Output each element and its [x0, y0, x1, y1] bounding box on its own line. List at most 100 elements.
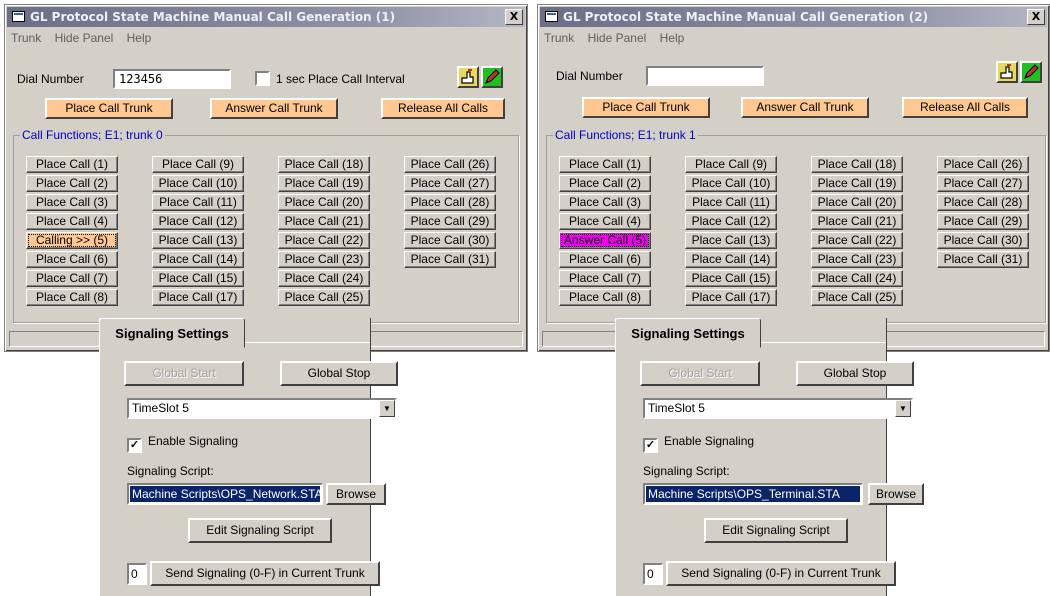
call-button-22[interactable]: Place Call (23)	[811, 251, 903, 268]
hand-pointer-button[interactable]	[457, 66, 479, 88]
edit-signaling-script-button[interactable]: Edit Signaling Script	[188, 518, 332, 543]
release-all-calls-button[interactable]: Release All Calls	[381, 98, 505, 119]
call-button-21[interactable]: Place Call (22)	[811, 232, 903, 249]
dropdown-arrow-icon[interactable]: ▼	[895, 400, 911, 417]
call-button-9[interactable]: Place Call (9)	[152, 156, 244, 173]
call-button-1[interactable]: Place Call (1)	[559, 156, 651, 173]
menu-hide-panel[interactable]: Hide Panel	[588, 31, 647, 45]
signaling-value-input[interactable]: 0	[127, 563, 147, 585]
call-button-14[interactable]: Place Call (14)	[152, 251, 244, 268]
call-button-3[interactable]: Place Call (3)	[559, 194, 651, 211]
call-button-29[interactable]: Place Call (30)	[404, 232, 496, 249]
call-button-25[interactable]: Place Call (26)	[937, 156, 1029, 173]
checkbox-box[interactable]	[255, 71, 270, 86]
answer-call-trunk-button[interactable]: Answer Call Trunk	[741, 97, 869, 118]
hand-pointer-button[interactable]	[996, 61, 1018, 83]
call-button-6[interactable]: Place Call (6)	[559, 251, 651, 268]
call-button-16[interactable]: Place Call (17)	[152, 289, 244, 306]
signaling-script-path[interactable]: Machine Scripts\OPS_Terminal.STA	[643, 483, 863, 505]
release-all-calls-button[interactable]: Release All Calls	[902, 97, 1028, 118]
call-button-26[interactable]: Place Call (27)	[937, 175, 1029, 192]
call-button-30[interactable]: Place Call (31)	[404, 251, 496, 268]
call-button-12[interactable]: Place Call (12)	[685, 213, 777, 230]
timeslot-select[interactable]: TimeSlot 5 ▼	[127, 398, 397, 419]
call-button-20[interactable]: Place Call (21)	[811, 213, 903, 230]
call-button-28[interactable]: Place Call (29)	[404, 213, 496, 230]
place-call-trunk-button[interactable]: Place Call Trunk	[45, 98, 173, 119]
global-start-button[interactable]: Global Start	[124, 361, 244, 386]
call-button-10[interactable]: Place Call (10)	[152, 175, 244, 192]
call-button-8[interactable]: Place Call (8)	[26, 289, 118, 306]
call-button-21[interactable]: Place Call (22)	[278, 232, 370, 249]
enable-signaling-checkbox[interactable]: ✓ Enable Signaling	[127, 434, 238, 453]
title-bar[interactable]: GL Protocol State Machine Manual Call Ge…	[540, 7, 1047, 27]
close-button[interactable]: X	[1027, 9, 1045, 25]
global-stop-button[interactable]: Global Stop	[796, 361, 914, 386]
signaling-value-input[interactable]: 0	[643, 563, 663, 585]
call-button-3[interactable]: Place Call (3)	[26, 194, 118, 211]
call-button-5[interactable]: Calling >> (5)	[26, 232, 118, 249]
call-button-24[interactable]: Place Call (25)	[278, 289, 370, 306]
checkbox-box[interactable]: ✓	[127, 438, 142, 453]
call-button-16[interactable]: Place Call (17)	[685, 289, 777, 306]
call-button-24[interactable]: Place Call (25)	[811, 289, 903, 306]
send-signaling-button[interactable]: Send Signaling (0-F) in Current Trunk	[150, 561, 380, 586]
call-button-5[interactable]: Answer Call (5)	[559, 232, 651, 249]
menu-help[interactable]: Help	[127, 31, 152, 45]
call-button-17[interactable]: Place Call (18)	[278, 156, 370, 173]
signaling-script-path[interactable]: Machine Scripts\OPS_Network.STA	[127, 483, 323, 505]
call-button-23[interactable]: Place Call (24)	[278, 270, 370, 287]
call-button-20[interactable]: Place Call (21)	[278, 213, 370, 230]
call-button-23[interactable]: Place Call (24)	[811, 270, 903, 287]
signaling-settings-tab[interactable]: Signaling Settings	[99, 318, 245, 348]
call-button-28[interactable]: Place Call (29)	[937, 213, 1029, 230]
call-button-15[interactable]: Place Call (15)	[685, 270, 777, 287]
place-call-trunk-button[interactable]: Place Call Trunk	[582, 97, 710, 118]
call-button-2[interactable]: Place Call (2)	[559, 175, 651, 192]
call-button-10[interactable]: Place Call (10)	[685, 175, 777, 192]
call-button-22[interactable]: Place Call (23)	[278, 251, 370, 268]
call-button-9[interactable]: Place Call (9)	[685, 156, 777, 173]
call-button-19[interactable]: Place Call (20)	[278, 194, 370, 211]
menu-help[interactable]: Help	[660, 31, 685, 45]
call-button-1[interactable]: Place Call (1)	[26, 156, 118, 173]
call-button-17[interactable]: Place Call (18)	[811, 156, 903, 173]
call-button-11[interactable]: Place Call (11)	[152, 194, 244, 211]
global-start-button[interactable]: Global Start	[640, 361, 760, 386]
call-button-7[interactable]: Place Call (7)	[26, 270, 118, 287]
edit-signaling-script-button[interactable]: Edit Signaling Script	[704, 518, 848, 543]
timeslot-select[interactable]: TimeSlot 5 ▼	[643, 398, 913, 419]
signaling-settings-tab[interactable]: Signaling Settings	[615, 318, 761, 348]
checkbox-box[interactable]: ✓	[643, 438, 658, 453]
menu-hide-panel[interactable]: Hide Panel	[55, 31, 114, 45]
enable-signaling-checkbox[interactable]: ✓ Enable Signaling	[643, 434, 754, 453]
call-button-25[interactable]: Place Call (26)	[404, 156, 496, 173]
call-button-11[interactable]: Place Call (11)	[685, 194, 777, 211]
dial-number-input[interactable]	[646, 66, 764, 86]
send-signaling-button[interactable]: Send Signaling (0-F) in Current Trunk	[666, 561, 896, 586]
call-button-7[interactable]: Place Call (7)	[559, 270, 651, 287]
answer-call-trunk-button[interactable]: Answer Call Trunk	[210, 98, 338, 119]
global-stop-button[interactable]: Global Stop	[280, 361, 398, 386]
call-button-27[interactable]: Place Call (28)	[937, 194, 1029, 211]
browse-button[interactable]: Browse	[326, 483, 386, 505]
call-button-30[interactable]: Place Call (31)	[937, 251, 1029, 268]
place-call-interval-checkbox[interactable]: 1 sec Place Call Interval	[255, 71, 405, 86]
call-button-29[interactable]: Place Call (30)	[937, 232, 1029, 249]
menu-trunk[interactable]: Trunk	[544, 31, 574, 45]
close-button[interactable]: X	[505, 9, 523, 25]
call-button-18[interactable]: Place Call (19)	[278, 175, 370, 192]
call-button-6[interactable]: Place Call (6)	[26, 251, 118, 268]
call-button-27[interactable]: Place Call (28)	[404, 194, 496, 211]
dropdown-arrow-icon[interactable]: ▼	[379, 400, 395, 417]
call-button-19[interactable]: Place Call (20)	[811, 194, 903, 211]
call-button-4[interactable]: Place Call (4)	[26, 213, 118, 230]
title-bar[interactable]: GL Protocol State Machine Manual Call Ge…	[7, 7, 525, 27]
call-button-15[interactable]: Place Call (15)	[152, 270, 244, 287]
call-button-13[interactable]: Place Call (13)	[152, 232, 244, 249]
browse-button[interactable]: Browse	[868, 483, 924, 505]
call-button-8[interactable]: Place Call (8)	[559, 289, 651, 306]
call-button-14[interactable]: Place Call (14)	[685, 251, 777, 268]
menu-trunk[interactable]: Trunk	[11, 31, 41, 45]
pen-button[interactable]	[481, 66, 503, 88]
